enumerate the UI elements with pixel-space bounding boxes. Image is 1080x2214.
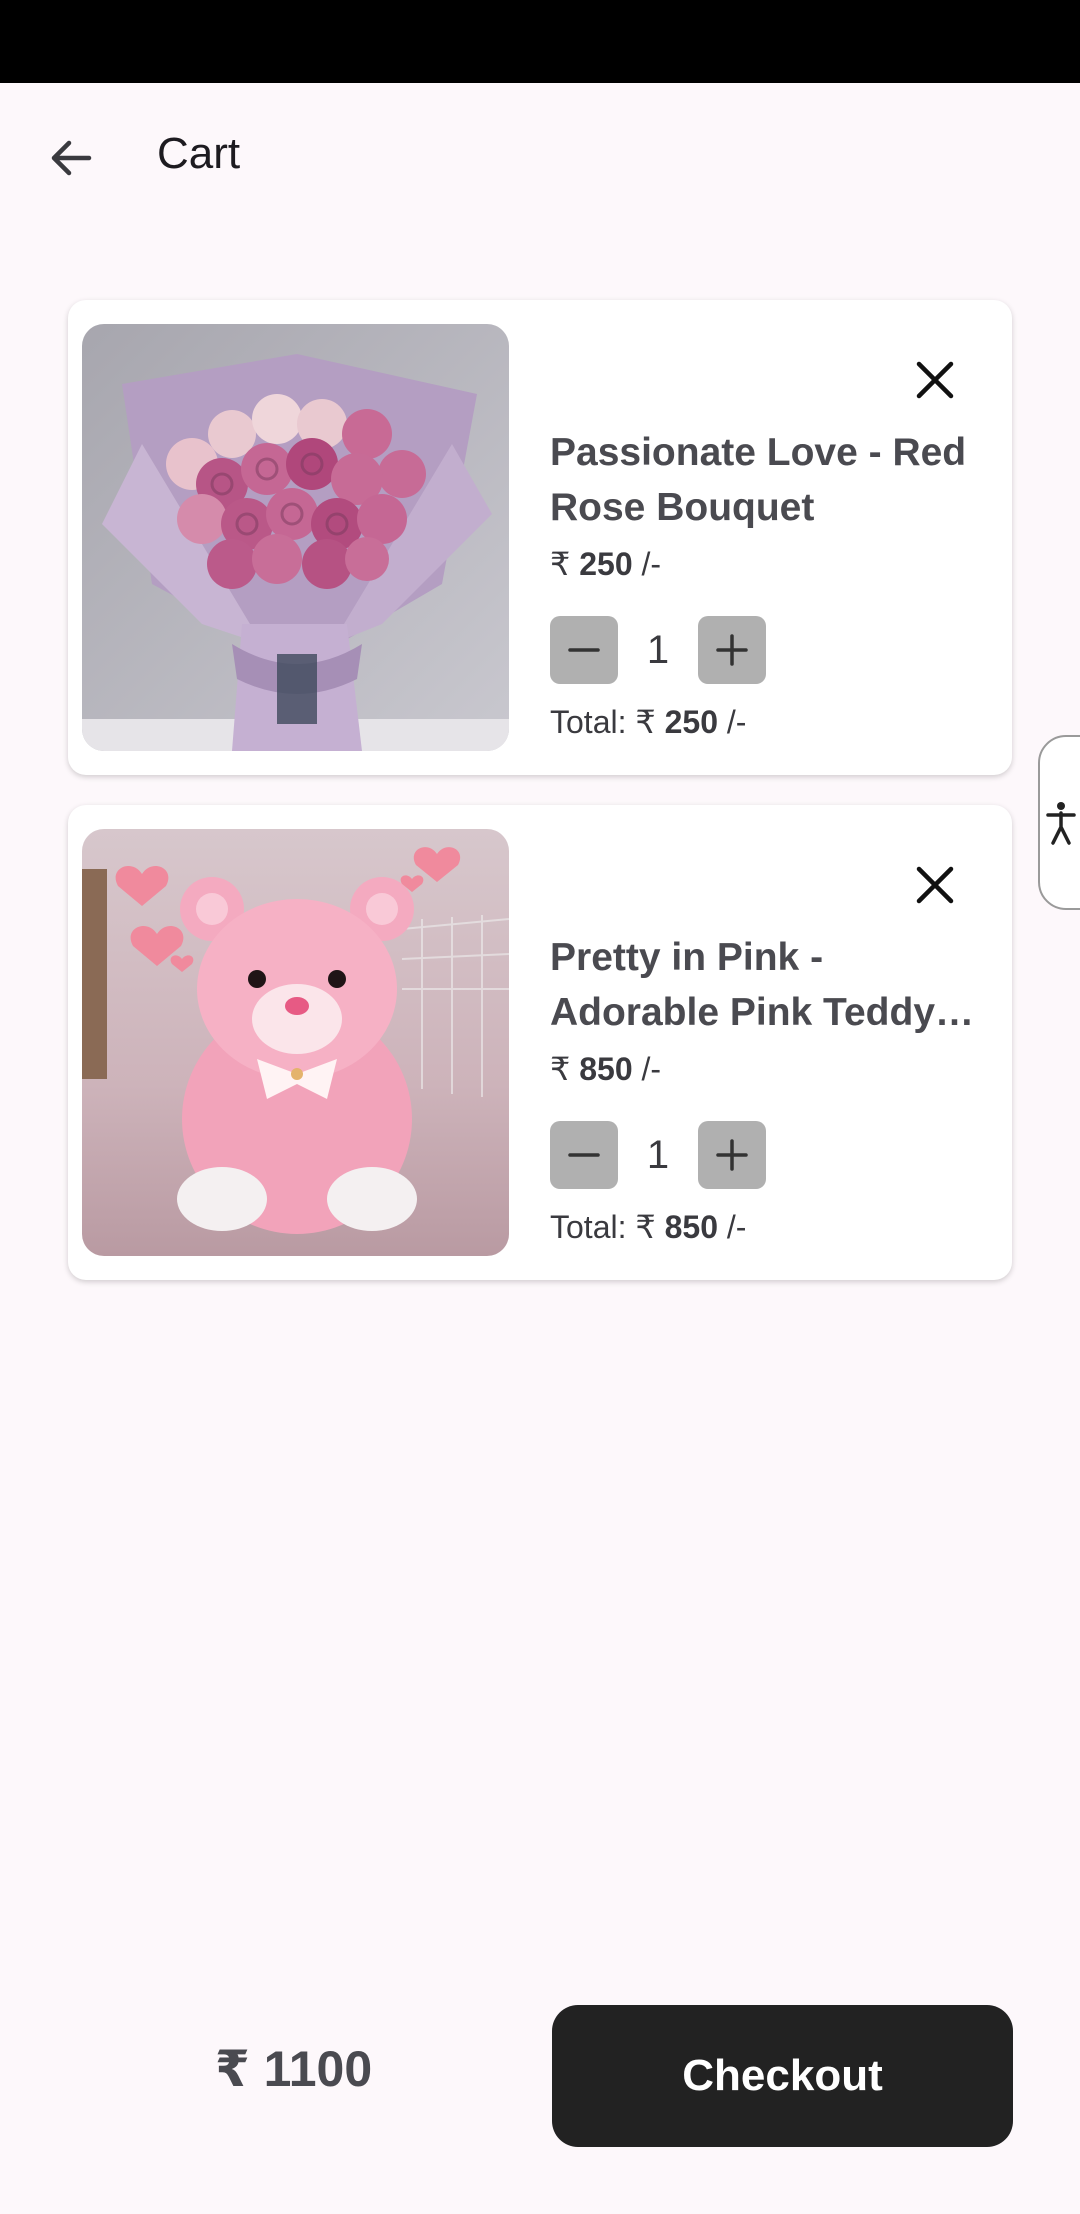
grand-total: ₹ 1100 (215, 2041, 373, 2097)
accessibility-icon (1046, 801, 1076, 845)
item-total: Total: ₹ 250 /- (550, 704, 747, 740)
item-name: Passionate Love - Red Rose Bouquet (550, 431, 967, 529)
quantity-stepper: 1 (550, 615, 766, 685)
quantity-value: 1 (646, 627, 670, 672)
decrease-quantity-button[interactable] (550, 1121, 618, 1189)
item-info: Passionate Love - Red Rose Bouquet ₹ 250… (550, 425, 990, 740)
back-button[interactable] (36, 123, 106, 193)
product-image-pink-teddy[interactable] (82, 829, 509, 1256)
increase-quantity-button[interactable] (698, 1121, 766, 1189)
item-total: Total: ₹ 850 /- (550, 1209, 747, 1245)
increase-quantity-button[interactable] (698, 616, 766, 684)
remove-item-button[interactable] (900, 850, 970, 920)
arrow-back-icon (51, 140, 92, 176)
cart-item-card: Passionate Love - Red Rose Bouquet ₹ 250… (68, 300, 1012, 775)
minus-icon (568, 1153, 600, 1157)
item-price: ₹ 250 /- (550, 546, 662, 582)
remove-item-button[interactable] (900, 345, 970, 415)
accessibility-button[interactable] (1038, 735, 1080, 910)
product-image-rose-bouquet[interactable] (82, 324, 509, 751)
minus-icon (568, 648, 600, 652)
quantity-stepper: 1 (550, 1120, 766, 1190)
plus-icon (716, 634, 748, 666)
status-bar (0, 0, 1080, 83)
app-bar: Cart (0, 83, 1080, 233)
page-title: Cart (157, 129, 241, 178)
checkout-button[interactable]: Checkout (552, 2005, 1013, 2147)
item-info: Pretty in Pink - Adorable Pink Teddy… ₹ … (550, 930, 990, 1245)
plus-icon (716, 1139, 748, 1171)
cart-item-card: Pretty in Pink - Adorable Pink Teddy… ₹ … (68, 805, 1012, 1280)
close-icon (916, 361, 954, 399)
decrease-quantity-button[interactable] (550, 616, 618, 684)
item-name: Pretty in Pink - Adorable Pink Teddy… (550, 936, 975, 1034)
item-price: ₹ 850 /- (550, 1051, 662, 1087)
quantity-value: 1 (646, 1132, 670, 1177)
close-icon (916, 866, 954, 904)
